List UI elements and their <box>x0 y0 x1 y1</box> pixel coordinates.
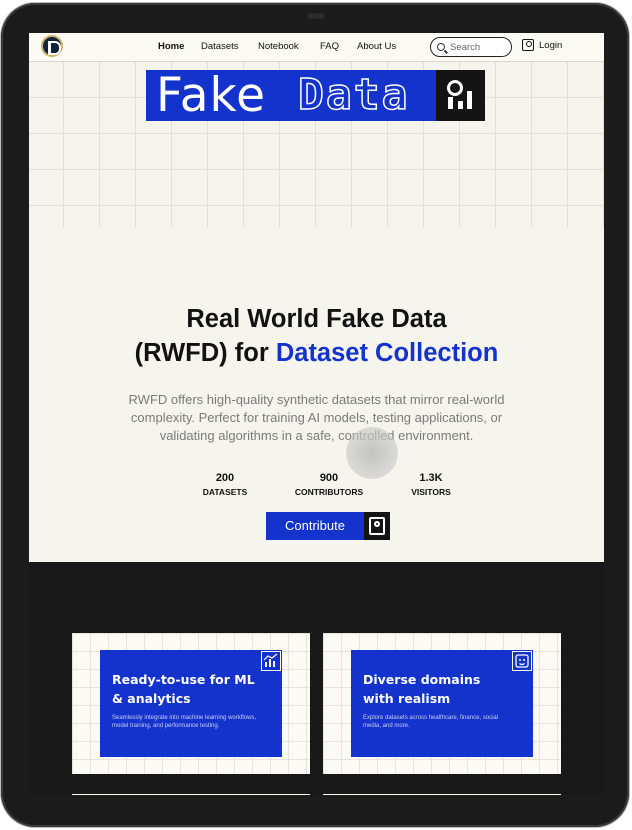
face-icon <box>512 651 532 671</box>
contribute-label: Contribute <box>266 512 364 540</box>
hero-title: Real World Fake Data (RWFD) for Dataset … <box>29 302 604 370</box>
stat-label: CONTRIBUTORS <box>294 487 364 497</box>
screen: Home Datasets Notebook FAQ About Us Logi… <box>29 33 604 795</box>
hero-section: Fake Data Real World Fake Data (RWFD) fo… <box>29 62 604 562</box>
stat-label: DATASETS <box>202 487 248 497</box>
login-button[interactable]: Login <box>522 39 562 51</box>
search-input[interactable] <box>450 41 508 53</box>
bar-chart-icon <box>436 70 485 121</box>
stat-visitors: 1.3K VISITORS <box>407 472 455 497</box>
nav-faq[interactable]: FAQ <box>320 41 339 52</box>
features-section: Ready-to-use for ML & analytics Seamless… <box>29 562 604 795</box>
stat-label: VISITORS <box>411 487 451 497</box>
top-nav: Home Datasets Notebook FAQ About Us Logi… <box>29 33 604 62</box>
feature-card-panel: Diverse domains with realism Explore dat… <box>351 650 533 757</box>
feature-desc: Explore datasets across healthcare, fina… <box>363 715 499 729</box>
feature-title: Diverse domains with realism <box>363 672 481 706</box>
hero-title-accent: Dataset Collection <box>275 339 499 367</box>
stat-value: 200 <box>215 472 235 484</box>
brand-word-data: Data <box>296 69 436 121</box>
nav-about-us[interactable]: About Us <box>357 41 396 52</box>
logo[interactable] <box>41 35 63 57</box>
chart-icon <box>261 651 281 671</box>
stat-datasets: 200 DATASETS <box>201 472 249 497</box>
nav-datasets[interactable]: Datasets <box>201 41 239 52</box>
nav-home[interactable]: Home <box>158 41 184 52</box>
feature-card[interactable]: Diverse domains with realism Explore dat… <box>323 633 561 774</box>
search-icon <box>437 43 445 51</box>
feature-card-next <box>72 794 310 795</box>
hero-title-plain: (RWFD) for <box>134 339 276 367</box>
user-icon <box>522 39 534 51</box>
contribute-button[interactable]: Contribute <box>266 512 390 540</box>
feature-card[interactable]: Ready-to-use for ML & analytics Seamless… <box>72 633 310 774</box>
hero-title-line2: (RWFD) for Dataset Collection <box>29 336 604 370</box>
stat-contributors: 900 CONTRIBUTORS <box>289 472 369 497</box>
stat-value: 1.3K <box>419 472 443 484</box>
nav-notebook[interactable]: Notebook <box>258 41 299 52</box>
stat-value: 900 <box>319 472 339 484</box>
login-label: Login <box>539 39 563 51</box>
hero-title-line1: Real World Fake Data <box>186 305 447 333</box>
search-box[interactable] <box>430 37 512 57</box>
tablet-frame: Home Datasets Notebook FAQ About Us Logi… <box>1 3 629 827</box>
brand-word-fake: Fake <box>146 70 296 121</box>
brand-banner: Fake Data <box>146 69 485 121</box>
feature-card-next <box>323 794 561 795</box>
feature-title: Ready-to-use for ML & analytics <box>112 672 255 706</box>
user-icon <box>364 512 390 540</box>
hero-subtitle: RWFD offers high-quality synthetic datas… <box>128 392 505 443</box>
feature-card-panel: Ready-to-use for ML & analytics Seamless… <box>100 650 282 757</box>
feature-desc: Seamlessly integrate into machine learni… <box>112 715 257 729</box>
camera <box>307 13 325 19</box>
